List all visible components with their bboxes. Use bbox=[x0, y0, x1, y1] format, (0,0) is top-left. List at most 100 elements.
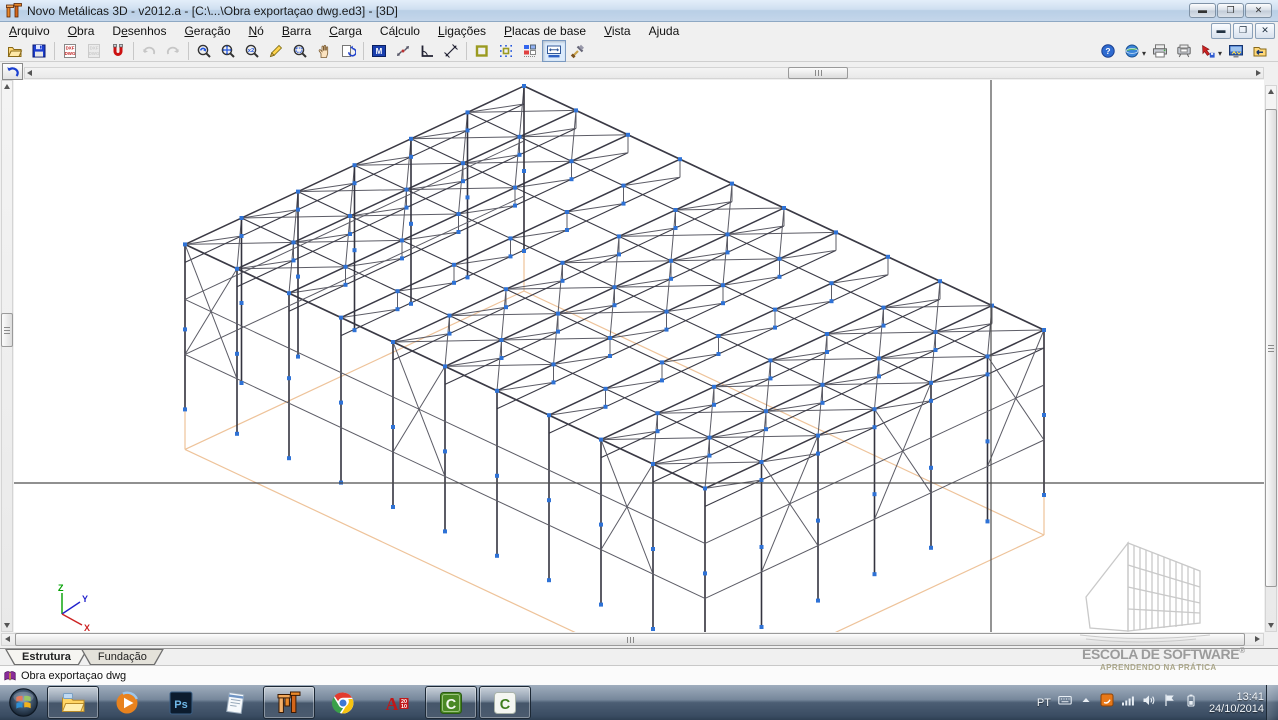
menu-n-[interactable]: Nó bbox=[240, 23, 273, 39]
close-button[interactable]: ✕ bbox=[1245, 3, 1272, 18]
titlebar: Novo Metálicas 3D - v2012.a - [C:\...\Ob… bbox=[0, 0, 1278, 22]
scroll-left-arrow bbox=[27, 70, 32, 76]
flag-action-center-icon[interactable] bbox=[1163, 693, 1177, 712]
menu-ajuda[interactable]: Ajuda bbox=[640, 23, 689, 39]
tab-label: Estrutura bbox=[6, 650, 87, 664]
help-icon[interactable]: ? bbox=[1096, 40, 1120, 62]
bottom-scrollbar[interactable] bbox=[1, 633, 1264, 646]
metalicas3d-icon[interactable] bbox=[263, 686, 315, 719]
magnet-snap-icon[interactable] bbox=[106, 40, 130, 62]
print-icon[interactable] bbox=[1148, 40, 1172, 62]
redraw-icon[interactable] bbox=[336, 40, 360, 62]
config-tools-icon[interactable] bbox=[566, 40, 590, 62]
dimension-icon[interactable] bbox=[439, 40, 463, 62]
screen-config-icon[interactable] bbox=[1224, 40, 1248, 62]
open-folder-icon[interactable] bbox=[3, 40, 27, 62]
zoom-window-icon[interactable] bbox=[288, 40, 312, 62]
notepad-icon[interactable] bbox=[209, 686, 261, 719]
top-rotate-scrollbar[interactable] bbox=[24, 67, 1264, 79]
viewport-3d[interactable]: Z Y X bbox=[14, 80, 1264, 632]
menu-placas-de-base[interactable]: Placas de base bbox=[495, 23, 595, 39]
plotter-icon[interactable] bbox=[1172, 40, 1196, 62]
scroll-down-arrow bbox=[4, 623, 10, 628]
pan-hand-icon[interactable] bbox=[312, 40, 336, 62]
restore-button[interactable]: ❐ bbox=[1217, 3, 1244, 18]
photoshop-icon[interactable]: Ps bbox=[155, 686, 207, 719]
export-dxf-icon: DXFDWG bbox=[82, 40, 106, 62]
left-scroll-thumb[interactable] bbox=[1, 313, 13, 347]
edit-pencil-icon[interactable] bbox=[264, 40, 288, 62]
scroll-down-arrow bbox=[1268, 623, 1274, 628]
selection-tool-icon[interactable] bbox=[494, 40, 518, 62]
taskbar-clock[interactable]: 13:41 24/10/2014 bbox=[1209, 691, 1264, 715]
show-hidden-icons-arrow[interactable] bbox=[1079, 693, 1093, 712]
tab-funda-o[interactable]: Fundação bbox=[81, 649, 164, 665]
previous-view-button[interactable] bbox=[2, 63, 23, 80]
svg-text:x2: x2 bbox=[248, 48, 254, 54]
axis-triad: Z Y X bbox=[58, 583, 90, 632]
menu-c-lculo[interactable]: Cálculo bbox=[371, 23, 429, 39]
top-scroll-thumb[interactable] bbox=[788, 67, 848, 79]
axis-z-label: Z bbox=[58, 583, 64, 593]
bottom-scroll-thumb[interactable] bbox=[15, 633, 1245, 646]
texts-window-icon[interactable]: M bbox=[367, 40, 391, 62]
right-scroll-thumb[interactable] bbox=[1265, 109, 1277, 587]
network-signal-icon[interactable] bbox=[1121, 693, 1135, 712]
left-rotate-scrollbar[interactable] bbox=[1, 80, 13, 632]
exit-icon[interactable] bbox=[1248, 40, 1272, 62]
save-icon[interactable] bbox=[27, 40, 51, 62]
grid-layers-icon[interactable] bbox=[518, 40, 542, 62]
export-drawing-icon[interactable] bbox=[1196, 40, 1220, 62]
mdi-minimize-button[interactable]: ▬ bbox=[1211, 23, 1231, 39]
zoom-x2-icon[interactable]: x2 bbox=[240, 40, 264, 62]
export-drawing-icon-dropdown[interactable]: ▾ bbox=[1218, 49, 1222, 58]
menu-arquivo[interactable]: Arquivo bbox=[0, 23, 59, 39]
battery-icon[interactable] bbox=[1184, 693, 1198, 712]
chrome-icon[interactable] bbox=[317, 686, 369, 719]
language-indicator[interactable]: PT bbox=[1037, 697, 1051, 709]
keyboard-icon[interactable] bbox=[1058, 693, 1072, 712]
menu-gera-o[interactable]: Geração bbox=[175, 23, 239, 39]
viewport-canvas[interactable]: Z Y X bbox=[14, 80, 1264, 632]
svg-text:C: C bbox=[446, 697, 457, 713]
menu-barra[interactable]: Barra bbox=[273, 23, 320, 39]
measure-tool-icon[interactable] bbox=[542, 40, 566, 62]
explorer-icon[interactable] bbox=[47, 686, 99, 719]
menu-obra[interactable]: Obra bbox=[59, 23, 104, 39]
scroll-right-arrow bbox=[1255, 636, 1260, 642]
mdi-close-button[interactable]: ✕ bbox=[1255, 23, 1275, 39]
menu-desenhos[interactable]: Desenhos bbox=[103, 23, 175, 39]
svg-text:DXF: DXF bbox=[90, 45, 99, 50]
zoom-previous-icon[interactable] bbox=[192, 40, 216, 62]
web-services-icon[interactable] bbox=[1120, 40, 1144, 62]
statusbar: Obra exportaçao dwg bbox=[0, 665, 1278, 686]
show-desktop-button[interactable] bbox=[1266, 685, 1278, 720]
scroll-up-arrow bbox=[4, 84, 10, 89]
perpendicular-icon[interactable] bbox=[415, 40, 439, 62]
volume-icon[interactable] bbox=[1142, 693, 1156, 712]
orange-app-icon[interactable] bbox=[1100, 693, 1114, 712]
zoom-extents-icon[interactable] bbox=[216, 40, 240, 62]
camtasia-recorder-icon[interactable]: C bbox=[479, 686, 531, 719]
svg-text:C: C bbox=[500, 697, 511, 713]
start-button[interactable] bbox=[2, 686, 44, 720]
windows-start-icon bbox=[8, 687, 39, 718]
bar-node-icon[interactable] bbox=[391, 40, 415, 62]
minimize-button[interactable]: ▬ bbox=[1189, 3, 1216, 18]
svg-text:10: 10 bbox=[401, 704, 407, 710]
tab-estrutura[interactable]: Estrutura bbox=[5, 649, 88, 665]
svg-text:DWG: DWG bbox=[65, 51, 76, 56]
polygon-tool-icon[interactable] bbox=[470, 40, 494, 62]
menu-liga-es[interactable]: Ligações bbox=[429, 23, 495, 39]
import-dxf-icon[interactable]: DXFDWG bbox=[58, 40, 82, 62]
right-rotate-scrollbar[interactable] bbox=[1265, 85, 1277, 632]
statusbar-text: Obra exportaçao dwg bbox=[21, 670, 126, 682]
media-player-icon[interactable] bbox=[101, 686, 153, 719]
autocad-icon[interactable]: A2010 bbox=[371, 686, 423, 719]
redo-icon bbox=[161, 40, 185, 62]
menu-carga[interactable]: Carga bbox=[320, 23, 371, 39]
web-services-icon-dropdown[interactable]: ▾ bbox=[1142, 49, 1146, 58]
mdi-restore-button[interactable]: ❐ bbox=[1233, 23, 1253, 39]
menu-vista[interactable]: Vista bbox=[595, 23, 639, 39]
camtasia-icon[interactable]: C bbox=[425, 686, 477, 719]
